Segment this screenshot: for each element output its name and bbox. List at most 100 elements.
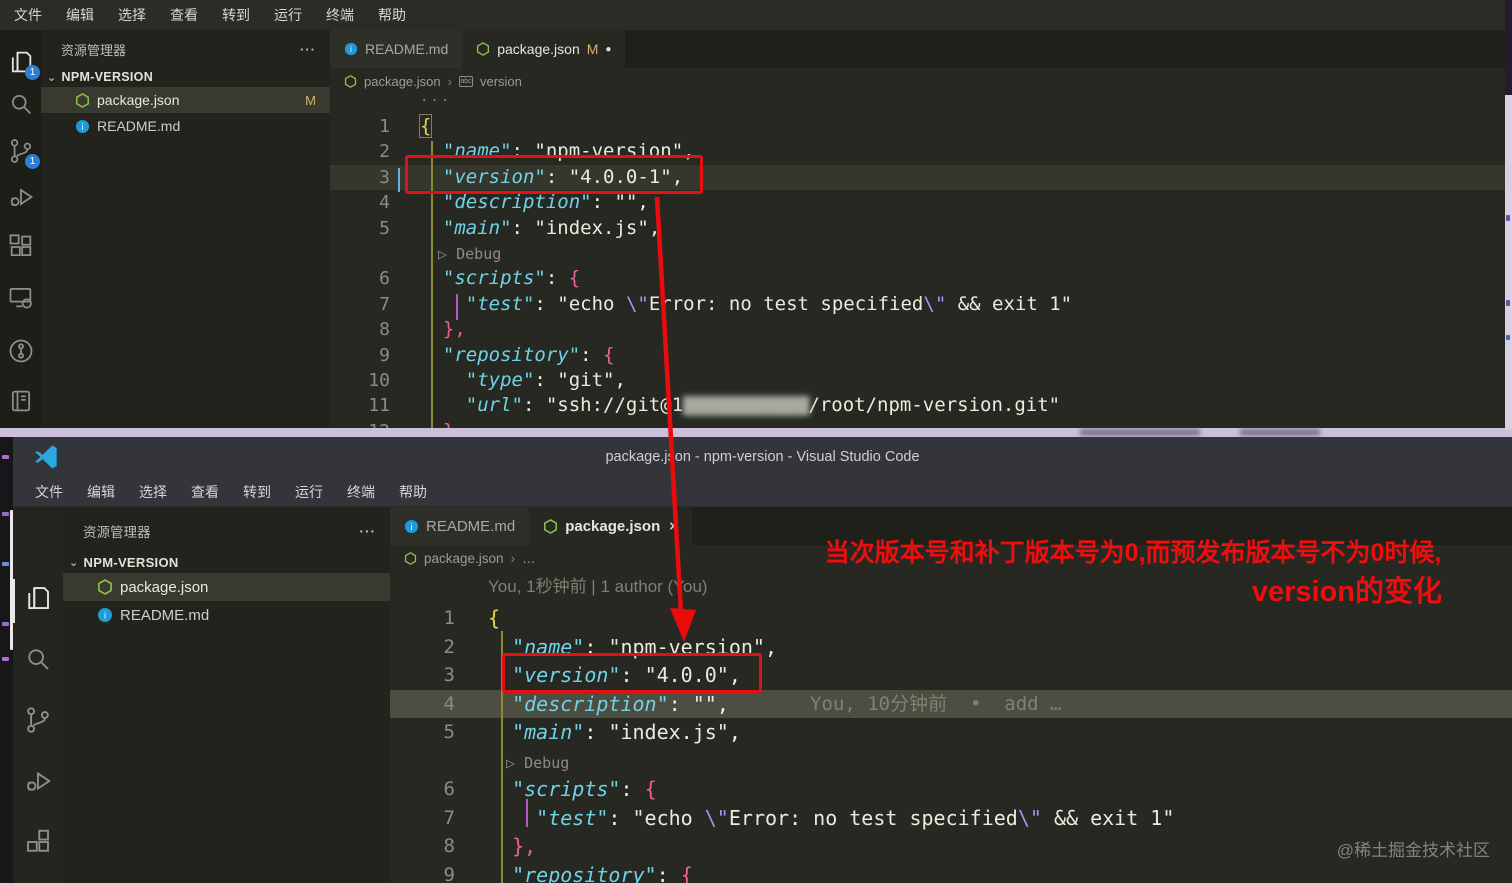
explorer-title: 资源管理器: [83, 525, 151, 540]
token-str: && exit 1": [1041, 805, 1175, 830]
line-content: ▷ Debug: [468, 747, 569, 776]
code-line: 7 "test": "echo \"Error: no test specifi…: [330, 292, 1512, 317]
folder-row[interactable]: ⌄ NPM-VERSION: [63, 549, 390, 573]
token-bp: },: [442, 318, 466, 341]
folder-row[interactable]: ⌄ NPM-VERSION: [41, 67, 330, 87]
highlight-box-version-old: [405, 155, 703, 194]
token-sp: [420, 293, 466, 315]
search-icon[interactable]: [7, 90, 35, 118]
tab-readme[interactable]: i README.md: [390, 507, 530, 545]
background-window-sliver-left: [0, 437, 13, 883]
token-pun: :: [656, 862, 681, 883]
line-content: "description": "",: [468, 690, 729, 719]
menu-item[interactable]: 运行: [283, 482, 335, 502]
line-number: 11: [368, 395, 390, 417]
token-str: "index.js": [534, 216, 649, 239]
file-row-readme[interactable]: i README.md: [63, 601, 390, 629]
menu-item[interactable]: 终端: [314, 5, 366, 25]
npm-icon: [344, 74, 357, 88]
code-line: 6 "scripts": {: [390, 775, 1512, 804]
menu-item[interactable]: 文件: [23, 482, 75, 502]
explorer-title: 资源管理器: [61, 43, 127, 58]
token-pun: ,: [614, 368, 626, 391]
file-name: package.json: [97, 92, 180, 108]
code-line: 7 "test": "echo \"Error: no test specifi…: [390, 804, 1512, 833]
file-row-package-json[interactable]: package.json: [63, 573, 390, 601]
line-number: 7: [379, 293, 390, 315]
tab-label: README.md: [426, 517, 516, 535]
title-bar[interactable]: package.json - npm-version - Visual Stud…: [13, 437, 1512, 477]
tab-readme[interactable]: i README.md: [330, 30, 463, 68]
npm-icon: [543, 518, 558, 534]
menu-item[interactable]: 查看: [158, 5, 210, 25]
menu-item[interactable]: 帮助: [387, 482, 439, 502]
token-key: "description": [442, 191, 592, 214]
token-pun: ,: [764, 634, 778, 659]
token-bp: {: [680, 862, 693, 883]
more-actions-icon[interactable]: ···: [300, 42, 316, 57]
code-line: 9 "repository": {: [330, 343, 1512, 368]
menu-item[interactable]: 终端: [335, 482, 387, 502]
breadcrumb-file[interactable]: package.json: [364, 74, 441, 89]
more-actions-icon[interactable]: ···: [360, 524, 377, 539]
token-pun: :: [545, 267, 569, 290]
line-content: {: [408, 114, 433, 139]
info-icon: i: [75, 119, 90, 134]
breadcrumb-symbol[interactable]: …: [522, 551, 536, 566]
source-control-icon[interactable]: 1: [7, 137, 40, 169]
gitlens-icon[interactable]: [7, 337, 35, 365]
menu-item[interactable]: 文件: [2, 5, 54, 25]
token-key: "description": [512, 691, 669, 716]
codelens-line[interactable]: ▷ Debug: [390, 747, 1512, 776]
menu-item[interactable]: 运行: [262, 5, 314, 25]
menu-item[interactable]: 编辑: [75, 482, 127, 502]
token-pun: ,: [728, 720, 741, 744]
menu-bar: 文件 编辑 选择 查看 转到 运行 终端 帮助: [0, 0, 1512, 30]
menu-item[interactable]: 帮助: [366, 5, 418, 25]
token-pun: :: [608, 805, 633, 830]
activity-bar: 1 1: [0, 30, 41, 430]
menu-item[interactable]: 查看: [179, 482, 231, 502]
line-number: 10: [368, 369, 390, 391]
inline-blame: You, 10分钟前 • add …: [810, 692, 1062, 715]
menu-item[interactable]: 转到: [231, 482, 283, 502]
symbol-string-icon: abc: [458, 75, 473, 87]
file-row-readme[interactable]: i README.md: [41, 113, 330, 139]
menu-item[interactable]: 转到: [210, 5, 262, 25]
menu-item[interactable]: 选择: [106, 5, 158, 25]
codelens-line[interactable]: ▷ Debug: [330, 241, 1512, 266]
breadcrumb-file[interactable]: package.json: [424, 551, 504, 566]
token-pun: :: [511, 216, 535, 239]
token-redact: ▇▇▇▇▇▇▇▇▇▇▇▇: [683, 394, 809, 417]
vscode-window-bottom: package.json - npm-version - Visual Stud…: [13, 437, 1512, 883]
extensions-icon[interactable]: [7, 233, 35, 261]
explorer-sidebar: 资源管理器 ··· ⌄ NPM-VERSION package.json M i…: [41, 30, 330, 430]
run-debug-icon[interactable]: [23, 766, 53, 796]
run-debug-icon[interactable]: [7, 183, 35, 211]
search-icon[interactable]: [23, 644, 53, 674]
file-name: package.json: [120, 578, 209, 596]
breadcrumb[interactable]: package.json › abc version: [330, 68, 1512, 94]
vscode-window-top: 文件 编辑 选择 查看 转到 运行 终端 帮助 1 1 资源管理器 ··· ⌄ …: [0, 0, 1512, 430]
extensions-icon[interactable]: [23, 827, 53, 857]
explorer-icon[interactable]: 1: [7, 48, 40, 80]
source-control-icon[interactable]: [23, 705, 53, 735]
breadcrumb-symbol[interactable]: version: [480, 74, 522, 89]
token-str: "ssh://git@1: [545, 394, 684, 417]
tab-package-json[interactable]: package.json M ●: [462, 30, 626, 68]
token-esc: \": [625, 292, 649, 315]
close-icon[interactable]: ×: [669, 518, 678, 535]
unsaved-dot-icon[interactable]: ●: [605, 44, 611, 55]
remote-explorer-icon[interactable]: [7, 283, 35, 311]
explorer-icon[interactable]: [23, 583, 53, 613]
token-key: "repository": [512, 862, 657, 883]
tab-package-json[interactable]: package.json ×: [529, 507, 692, 545]
menu-item[interactable]: 选择: [127, 482, 179, 502]
menu-item[interactable]: 编辑: [54, 5, 106, 25]
token-sp: [420, 394, 466, 416]
fold-ellipsis[interactable]: ···: [330, 94, 1512, 114]
highlight-box-version-new: [502, 653, 762, 693]
file-row-package-json[interactable]: package.json M: [41, 87, 330, 113]
notebook-icon[interactable]: [7, 387, 35, 415]
code-line: 1{: [330, 114, 1512, 139]
